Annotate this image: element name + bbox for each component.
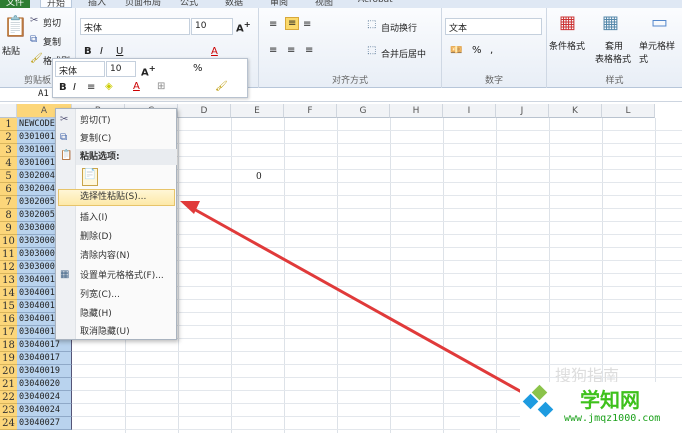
watermark-site: 学知网 (580, 388, 640, 412)
watermark-logo: 学知网 www.jmqz1000.com (520, 382, 682, 433)
watermark-url: www.jmqz1000.com (564, 413, 661, 424)
